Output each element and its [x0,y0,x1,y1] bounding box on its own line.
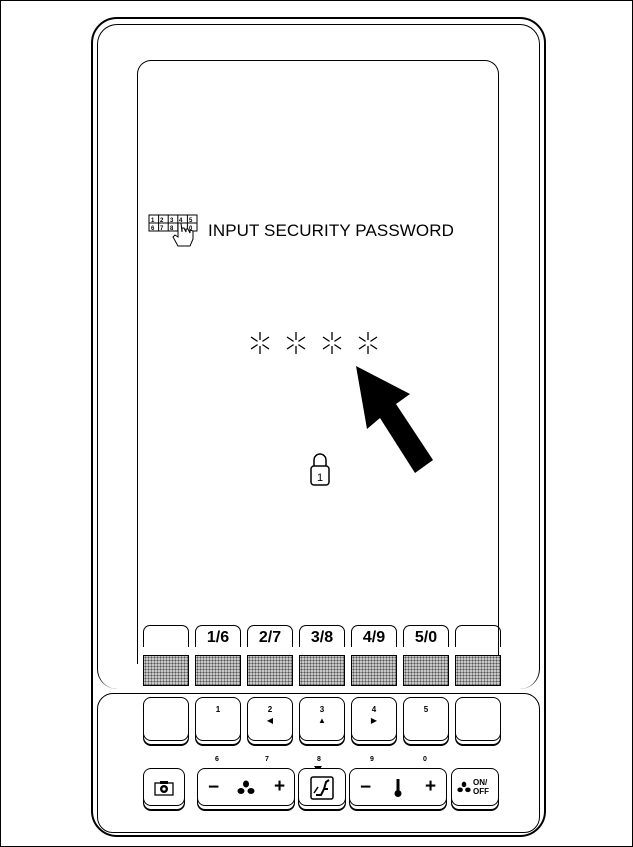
hardkey-5-sub: ▶ [370,716,378,725]
svg-text:1: 1 [317,472,323,484]
hardkey-3-label: 2 [267,705,273,714]
hardkey-4[interactable]: 3 ▲ [299,697,345,741]
label-8: 8 [317,756,321,763]
softkey-label-4: 3/8 [299,625,345,647]
label-7: 7 [265,756,269,763]
softkey-label-5: 4/9 [351,625,397,647]
grille-3 [247,655,293,686]
softkey-labels: 1/6 2/7 3/8 4/9 5/0 [143,625,501,647]
grille-5 [351,655,397,686]
softkey-label-3: 2/7 [247,625,293,647]
hardkey-4-sub: ▲ [318,716,326,725]
temp-plus-button[interactable]: + [425,776,436,798]
thermometer-icon [394,779,402,797]
hardkey-3[interactable]: 2 ◀ [247,697,293,741]
hardkey-6[interactable]: 5 [403,697,449,741]
power-button[interactable]: ON/ OFF [451,768,499,806]
grille-7 [455,655,501,686]
softkey-label-7 [455,625,501,647]
camera-icon [154,781,174,796]
grille-2 [195,655,241,686]
seat-button[interactable] [298,768,346,806]
softkey-grilles [143,655,501,686]
pointer-arrow-icon [356,366,433,473]
password-char-1 [250,332,270,354]
softkey-label-2: 1/6 [195,625,241,647]
grille-6 [403,655,449,686]
fan-icon [237,780,255,794]
hardkey-1[interactable] [143,697,189,741]
hardkey-3-sub: ◀ [266,716,274,725]
hardkey-6-label: 5 [423,705,429,714]
hardkey-2-label: 1 [215,705,221,714]
power-label: ON/ OFF [473,778,489,796]
password-mask [249,330,379,356]
fan-speed-control[interactable]: − + [197,768,295,806]
hardkey-4-label: 3 [319,705,325,714]
label-6: 6 [215,756,219,763]
seat-recline-icon [310,776,334,800]
power-fan-icon [457,781,471,793]
temp-minus-button[interactable]: − [360,777,371,799]
prompt-title: INPUT SECURITY PASSWORD [208,221,455,240]
hardkey-2[interactable]: 1 [195,697,241,741]
softkey-label-6: 5/0 [403,625,449,647]
password-char-4 [358,332,378,354]
keypad-hand-icon: 12345 67890 [148,214,198,247]
label-9: 9 [370,756,374,763]
password-char-3 [322,332,342,354]
hard-keys: 1 2 ◀ 3 ▲ 4 ▶ 5 [143,697,501,741]
grille-4 [299,655,345,686]
padlock-icon: 1 [310,453,330,486]
password-prompt: 12345 67890 INPUT SECURITY PASSWORD [148,214,455,247]
hardkey-5[interactable]: 4 ▶ [351,697,397,741]
hardkey-5-label: 4 [371,705,377,714]
password-char-2 [286,332,306,354]
softkey-label-1 [143,625,189,647]
hardkey-7[interactable] [455,697,501,741]
grille-1 [143,655,189,686]
fan-minus-button[interactable]: − [208,777,219,799]
label-0: 0 [423,756,427,763]
temperature-control[interactable]: − + [349,768,447,806]
camera-button[interactable] [143,768,185,806]
display-screen [137,60,499,664]
fan-plus-button[interactable]: + [274,776,285,798]
